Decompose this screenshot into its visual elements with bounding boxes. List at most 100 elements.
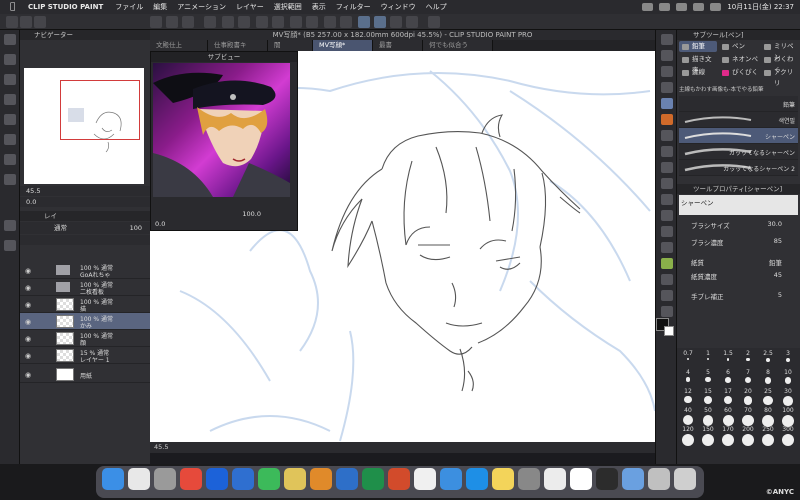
dock-app-icon[interactable] xyxy=(102,468,124,490)
prop-value[interactable]: 5 xyxy=(778,291,782,299)
brush-size-option[interactable]: 170 xyxy=(718,426,738,446)
snap-special-ruler-button[interactable] xyxy=(374,16,386,28)
tab-document[interactable]: 何でも似合う xyxy=(423,40,493,51)
undo-button[interactable] xyxy=(222,16,234,28)
brush-size-option[interactable]: 10 xyxy=(778,369,798,384)
navigator-rotate-value[interactable]: 0.0 xyxy=(26,198,36,206)
dock-app-icon[interactable] xyxy=(180,468,202,490)
eraser-tool-icon[interactable] xyxy=(661,162,673,173)
menu-file[interactable]: ファイル xyxy=(115,2,143,12)
brush-size-option[interactable]: 5 xyxy=(698,369,718,383)
dock-app-icon[interactable] xyxy=(544,468,566,490)
snap-button[interactable] xyxy=(340,16,352,28)
brush-size-option[interactable]: 1 xyxy=(698,350,718,364)
brush-size-option[interactable]: 17 xyxy=(718,388,738,405)
material-icon[interactable] xyxy=(4,174,16,185)
brush-size-option[interactable]: 4 xyxy=(678,369,698,383)
brush-size-option[interactable]: 25 xyxy=(758,388,778,406)
frame-tool-icon[interactable] xyxy=(661,242,673,253)
gradient-tool-icon[interactable] xyxy=(661,210,673,221)
layer-row-paper[interactable]: ◉ 用紙 xyxy=(20,366,150,383)
control-center-icon[interactable] xyxy=(710,3,722,11)
layer-row[interactable]: ◉ 15 % 通常 レイヤー 1 xyxy=(20,347,150,364)
subtool-line[interactable]: 鍵線 xyxy=(679,67,717,78)
dock-app-icon[interactable] xyxy=(232,468,254,490)
color-button[interactable] xyxy=(428,16,440,28)
dock-app-icon[interactable] xyxy=(206,468,228,490)
material-icon[interactable] xyxy=(4,154,16,165)
prop-paper-density[interactable]: 紙質濃度 45 xyxy=(677,269,800,282)
layer-row-folder[interactable]: ◉ 100 % 通常 GoAれちゃ xyxy=(20,262,150,279)
layer-property-icon[interactable] xyxy=(4,220,16,231)
layer-row-folder[interactable]: ◉ 100 % 通常 二枚看板 xyxy=(20,279,150,296)
menu-help[interactable]: ヘルプ xyxy=(426,2,447,12)
brush-tool-icon[interactable] xyxy=(661,114,673,125)
subtool-pen[interactable]: ペン xyxy=(719,41,759,52)
reference-image[interactable] xyxy=(153,63,290,197)
dock-app-icon[interactable] xyxy=(674,468,696,490)
redo-button[interactable] xyxy=(238,16,250,28)
canvas-zoom-value[interactable]: 45.5 xyxy=(154,443,168,451)
visibility-eye-icon[interactable]: ◉ xyxy=(25,301,31,309)
layer-opacity-value[interactable]: 100 xyxy=(124,222,144,234)
subview-zoom-value[interactable]: 100.0 xyxy=(242,210,261,218)
correction-tool-icon[interactable] xyxy=(661,306,673,317)
menu-edit[interactable]: 編集 xyxy=(153,2,167,12)
layer-row-selected[interactable]: ◉ 100 % 通常 かみ xyxy=(20,313,150,330)
brush-size-option[interactable]: 120 xyxy=(678,426,698,446)
brush-size-option[interactable]: 100 xyxy=(778,407,798,427)
save-button[interactable] xyxy=(34,16,46,28)
material-icon[interactable] xyxy=(4,94,16,105)
dock-app-icon[interactable] xyxy=(336,468,358,490)
prop-stabilization[interactable]: 手ブレ補正 5 xyxy=(677,289,800,302)
menu-view[interactable]: 表示 xyxy=(312,2,326,12)
dock-app-icon[interactable] xyxy=(492,468,514,490)
brush-size-option[interactable]: 250 xyxy=(758,426,778,446)
crop-button[interactable] xyxy=(272,16,284,28)
open-file-button[interactable] xyxy=(20,16,32,28)
brush-size-option[interactable]: 50 xyxy=(698,407,718,426)
subtool-lettering[interactable]: 描き文字 xyxy=(679,54,717,74)
layer-row[interactable]: ◉ 100 % 通常 描 xyxy=(20,296,150,313)
dock-app-icon[interactable] xyxy=(596,468,618,490)
subtool-neon[interactable]: ネオンペ xyxy=(719,54,759,65)
menu-layer[interactable]: レイヤー xyxy=(236,2,264,12)
navigator-icon[interactable] xyxy=(4,34,16,45)
paste-button[interactable] xyxy=(182,16,194,28)
layer-row[interactable]: ◉ 100 % 通常 顔 xyxy=(20,330,150,347)
brush-item[interactable]: 鉛筆 xyxy=(679,96,798,112)
tab-document[interactable]: 最書 xyxy=(373,40,423,51)
brush-size-option[interactable]: 2 xyxy=(738,350,758,364)
brush-size-option[interactable]: 200 xyxy=(738,426,758,446)
material-icon[interactable] xyxy=(4,74,16,85)
status-icon[interactable] xyxy=(642,3,654,11)
invert-button[interactable] xyxy=(290,16,302,28)
wifi-icon[interactable] xyxy=(676,3,688,11)
dock-app-icon[interactable] xyxy=(518,468,540,490)
brush-size-option[interactable]: 12 xyxy=(678,388,698,404)
visibility-eye-icon[interactable]: ◉ xyxy=(25,284,31,292)
brush-size-option[interactable]: 15 xyxy=(698,388,718,404)
dock-app-icon[interactable] xyxy=(284,468,306,490)
brush-size-option[interactable]: 1.5 xyxy=(718,350,738,364)
prop-value[interactable]: 鉛筆 xyxy=(769,257,782,267)
clear-button[interactable] xyxy=(150,16,162,28)
fill-button[interactable] xyxy=(306,16,318,28)
menu-selection[interactable]: 選択範囲 xyxy=(274,2,302,12)
tab-document[interactable]: 仕事殿書キ xyxy=(208,40,268,51)
brush-size-option[interactable]: 150 xyxy=(698,426,718,446)
apple-menu-icon[interactable]:  xyxy=(10,2,20,12)
brush-size-option[interactable]: 2.5 xyxy=(758,350,778,364)
ruler-button[interactable] xyxy=(406,16,418,28)
dock-app-icon[interactable] xyxy=(128,468,150,490)
prop-paper-texture[interactable]: 紙質 鉛筆 xyxy=(677,255,800,268)
transform-button[interactable] xyxy=(204,16,216,28)
clock[interactable]: 10月11日(金) 22:37 xyxy=(727,2,794,12)
brush-item-selected[interactable]: シャーペン xyxy=(679,128,798,144)
deselect-button[interactable] xyxy=(256,16,268,28)
menu-animation[interactable]: アニメーション xyxy=(177,2,226,12)
subtool-acrylic[interactable]: アクリリ xyxy=(761,67,799,87)
sub-color-swatch[interactable] xyxy=(664,326,674,336)
select-tool-icon[interactable] xyxy=(661,66,673,77)
brush-size-option[interactable]: 40 xyxy=(678,407,698,426)
